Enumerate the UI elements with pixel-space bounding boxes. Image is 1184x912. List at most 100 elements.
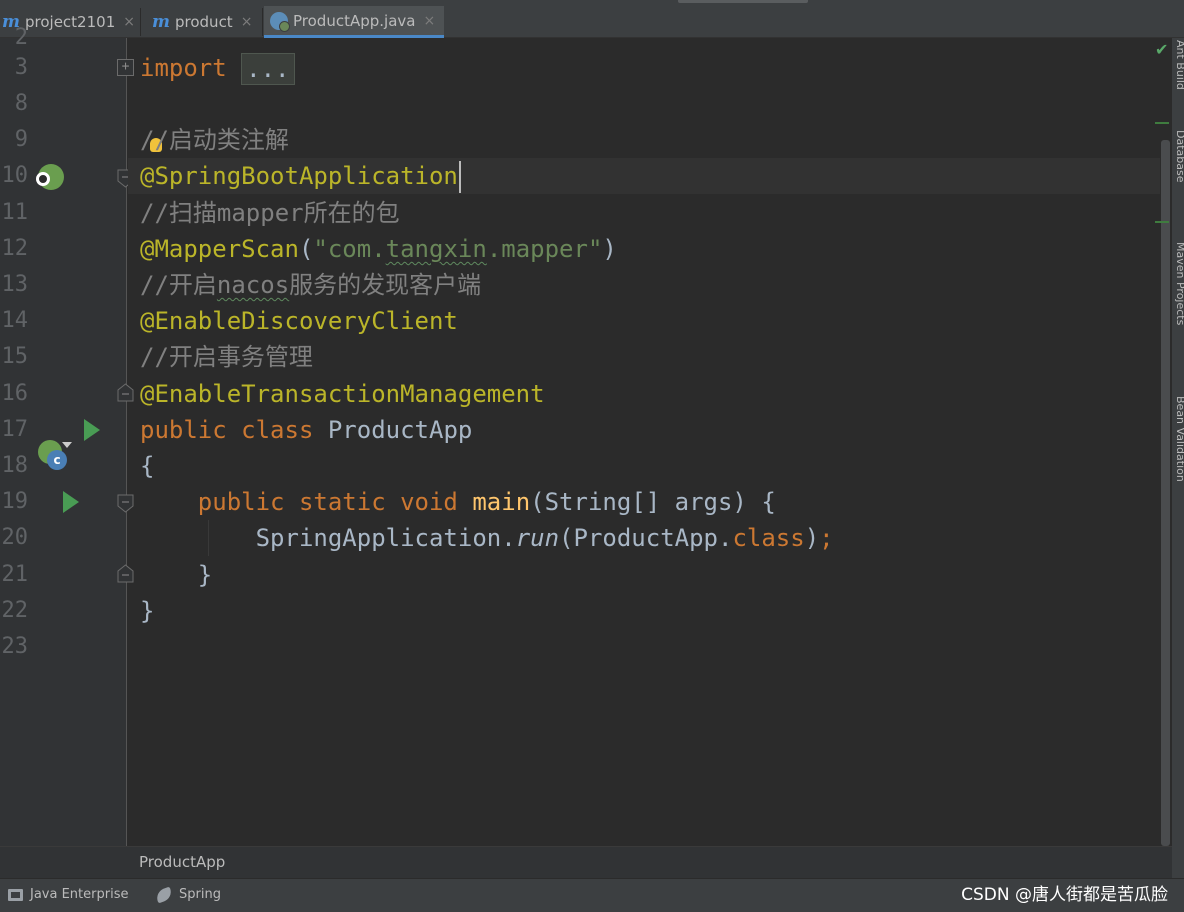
line-number: 20 — [1, 525, 29, 550]
annotation: @EnableTransactionManagement — [140, 380, 545, 408]
brace: } — [197, 561, 213, 589]
line-number: 15 — [1, 344, 29, 369]
tool-window-maven-projects[interactable]: Maven Projects — [1174, 242, 1184, 325]
code-text: (ProductApp. — [559, 524, 733, 552]
tab-productapp-java[interactable]: ProductApp.java × — [264, 6, 444, 38]
tab-label: ProductApp.java — [293, 11, 416, 30]
code-line-21: } — [140, 557, 212, 593]
close-icon[interactable]: × — [123, 14, 135, 30]
code-text: ) — [804, 524, 820, 552]
paren: ) — [602, 235, 617, 263]
line-number: 17 — [1, 417, 29, 442]
code-line-15: //开启事务管理 — [140, 339, 313, 375]
tab-divider — [140, 8, 141, 36]
line-number: 19 — [1, 489, 29, 514]
watermark: CSDN @唐人街都是苦瓜脸 — [961, 885, 1168, 905]
tool-window-bean-validation[interactable]: Bean Validation — [1174, 396, 1184, 482]
code-line-20: SpringApplication.run(ProductApp.class); — [140, 520, 834, 556]
class-name: ProductApp — [327, 416, 473, 444]
line-number: 16 — [1, 381, 29, 406]
annotation: @MapperScan — [140, 235, 299, 263]
tab-divider — [262, 8, 263, 36]
text-caret — [458, 161, 461, 193]
inspection-ok-icon[interactable]: ✔ — [1155, 40, 1168, 59]
code-line-11: //扫描mapper所在的包 — [140, 195, 400, 231]
keyword: import — [140, 54, 227, 82]
close-icon[interactable]: × — [423, 13, 435, 29]
keyword: public class — [140, 416, 328, 444]
string: "com. — [313, 235, 386, 263]
line-number: 9 — [14, 127, 28, 152]
comment-typo: nacos — [216, 271, 290, 299]
line-number: 21 — [1, 562, 29, 587]
breadcrumb[interactable]: ProductApp — [139, 853, 225, 871]
code-text: SpringApplication. — [255, 524, 516, 552]
spring-class-icon — [270, 11, 290, 32]
line-number: 12 — [1, 236, 29, 261]
error-stripe-mark[interactable] — [1155, 221, 1169, 223]
code-area[interactable]: import ... //启动类注解 @SpringBootApplicatio… — [128, 38, 1160, 846]
line-number: 22 — [1, 598, 29, 623]
run-icon[interactable] — [63, 491, 79, 513]
comment: /启动类注解 — [154, 126, 289, 154]
scrollbar-thumb[interactable] — [1161, 140, 1170, 846]
keyword: public static void — [197, 488, 473, 516]
comment: / — [140, 126, 155, 154]
java-enterprise-tool[interactable]: Java Enterprise — [8, 887, 128, 902]
code-line-14: @EnableDiscoveryClient — [140, 303, 458, 339]
tool-window-database[interactable]: Database — [1174, 130, 1184, 183]
semicolon: ; — [819, 524, 834, 552]
comment: //扫描mapper所在的包 — [140, 199, 400, 227]
close-icon[interactable]: × — [241, 14, 253, 30]
code-line-16: @EnableTransactionManagement — [140, 376, 545, 412]
chevron-down-icon[interactable] — [62, 442, 72, 448]
string-typo: tangxin — [385, 235, 487, 263]
code-line-12: @MapperScan("com.tangxin.mapper") — [140, 231, 617, 267]
top-strip — [678, 0, 808, 3]
code-line-13: //开启nacos服务的发现客户端 — [140, 267, 481, 303]
line-number: 3 — [14, 55, 28, 80]
editor-tab-bar: m project2101 × m product × ProductApp.j… — [0, 0, 1184, 38]
spring-tool[interactable]: Spring — [154, 886, 221, 903]
breadcrumb-bar: ProductApp — [0, 846, 1172, 878]
line-number: 14 — [1, 308, 29, 333]
static-call: run — [515, 524, 560, 552]
folded-imports[interactable]: ... — [241, 53, 295, 85]
annotation: @EnableDiscoveryClient — [140, 307, 458, 335]
line-number: 23 — [1, 634, 29, 659]
status-label: Java Enterprise — [30, 887, 129, 902]
code-line-18: { — [140, 448, 154, 484]
code-line-10: @SpringBootApplication — [140, 158, 461, 194]
code-line-22: } — [140, 593, 154, 629]
paren: ( — [298, 235, 314, 263]
comment: //开启 — [140, 271, 217, 299]
code-line-19: public static void main(String[] args) { — [140, 484, 776, 520]
annotation: @SpringBootApplication — [140, 162, 458, 190]
comment: //开启事务管理 — [140, 343, 313, 371]
maven-m-icon: m — [152, 12, 170, 32]
spring-bean-icon[interactable] — [36, 164, 64, 190]
method-name: main — [472, 488, 531, 516]
brace: { — [140, 452, 155, 480]
tab-label: product — [175, 13, 233, 31]
tab-product[interactable]: m product × — [146, 6, 258, 38]
code-line-17: public class ProductApp — [140, 412, 472, 448]
run-icon[interactable] — [84, 419, 100, 441]
java-enterprise-icon — [8, 888, 23, 901]
line-number: 11 — [1, 200, 29, 225]
error-stripe-mark[interactable] — [1155, 122, 1169, 124]
status-label: Spring — [179, 887, 221, 902]
line-number: 10 — [1, 163, 29, 188]
line-number: 13 — [1, 272, 29, 297]
string: .mapper" — [486, 235, 603, 263]
keyword: class — [732, 524, 805, 552]
code-line-9: //启动类注解 — [140, 122, 289, 158]
line-number: 18 — [1, 453, 29, 478]
comment: 服务的发现客户端 — [289, 271, 482, 299]
signature: (String[] args) { — [530, 488, 776, 516]
tool-window-ant-build[interactable]: Ant Build — [1174, 40, 1184, 90]
brace: } — [140, 597, 155, 625]
code-line-3: import ... — [140, 50, 295, 86]
code-editor[interactable]: 2 3 8 9 10 11 12 13 14 15 16 17 18 19 20… — [0, 25, 1172, 846]
line-number: 8 — [14, 91, 28, 116]
